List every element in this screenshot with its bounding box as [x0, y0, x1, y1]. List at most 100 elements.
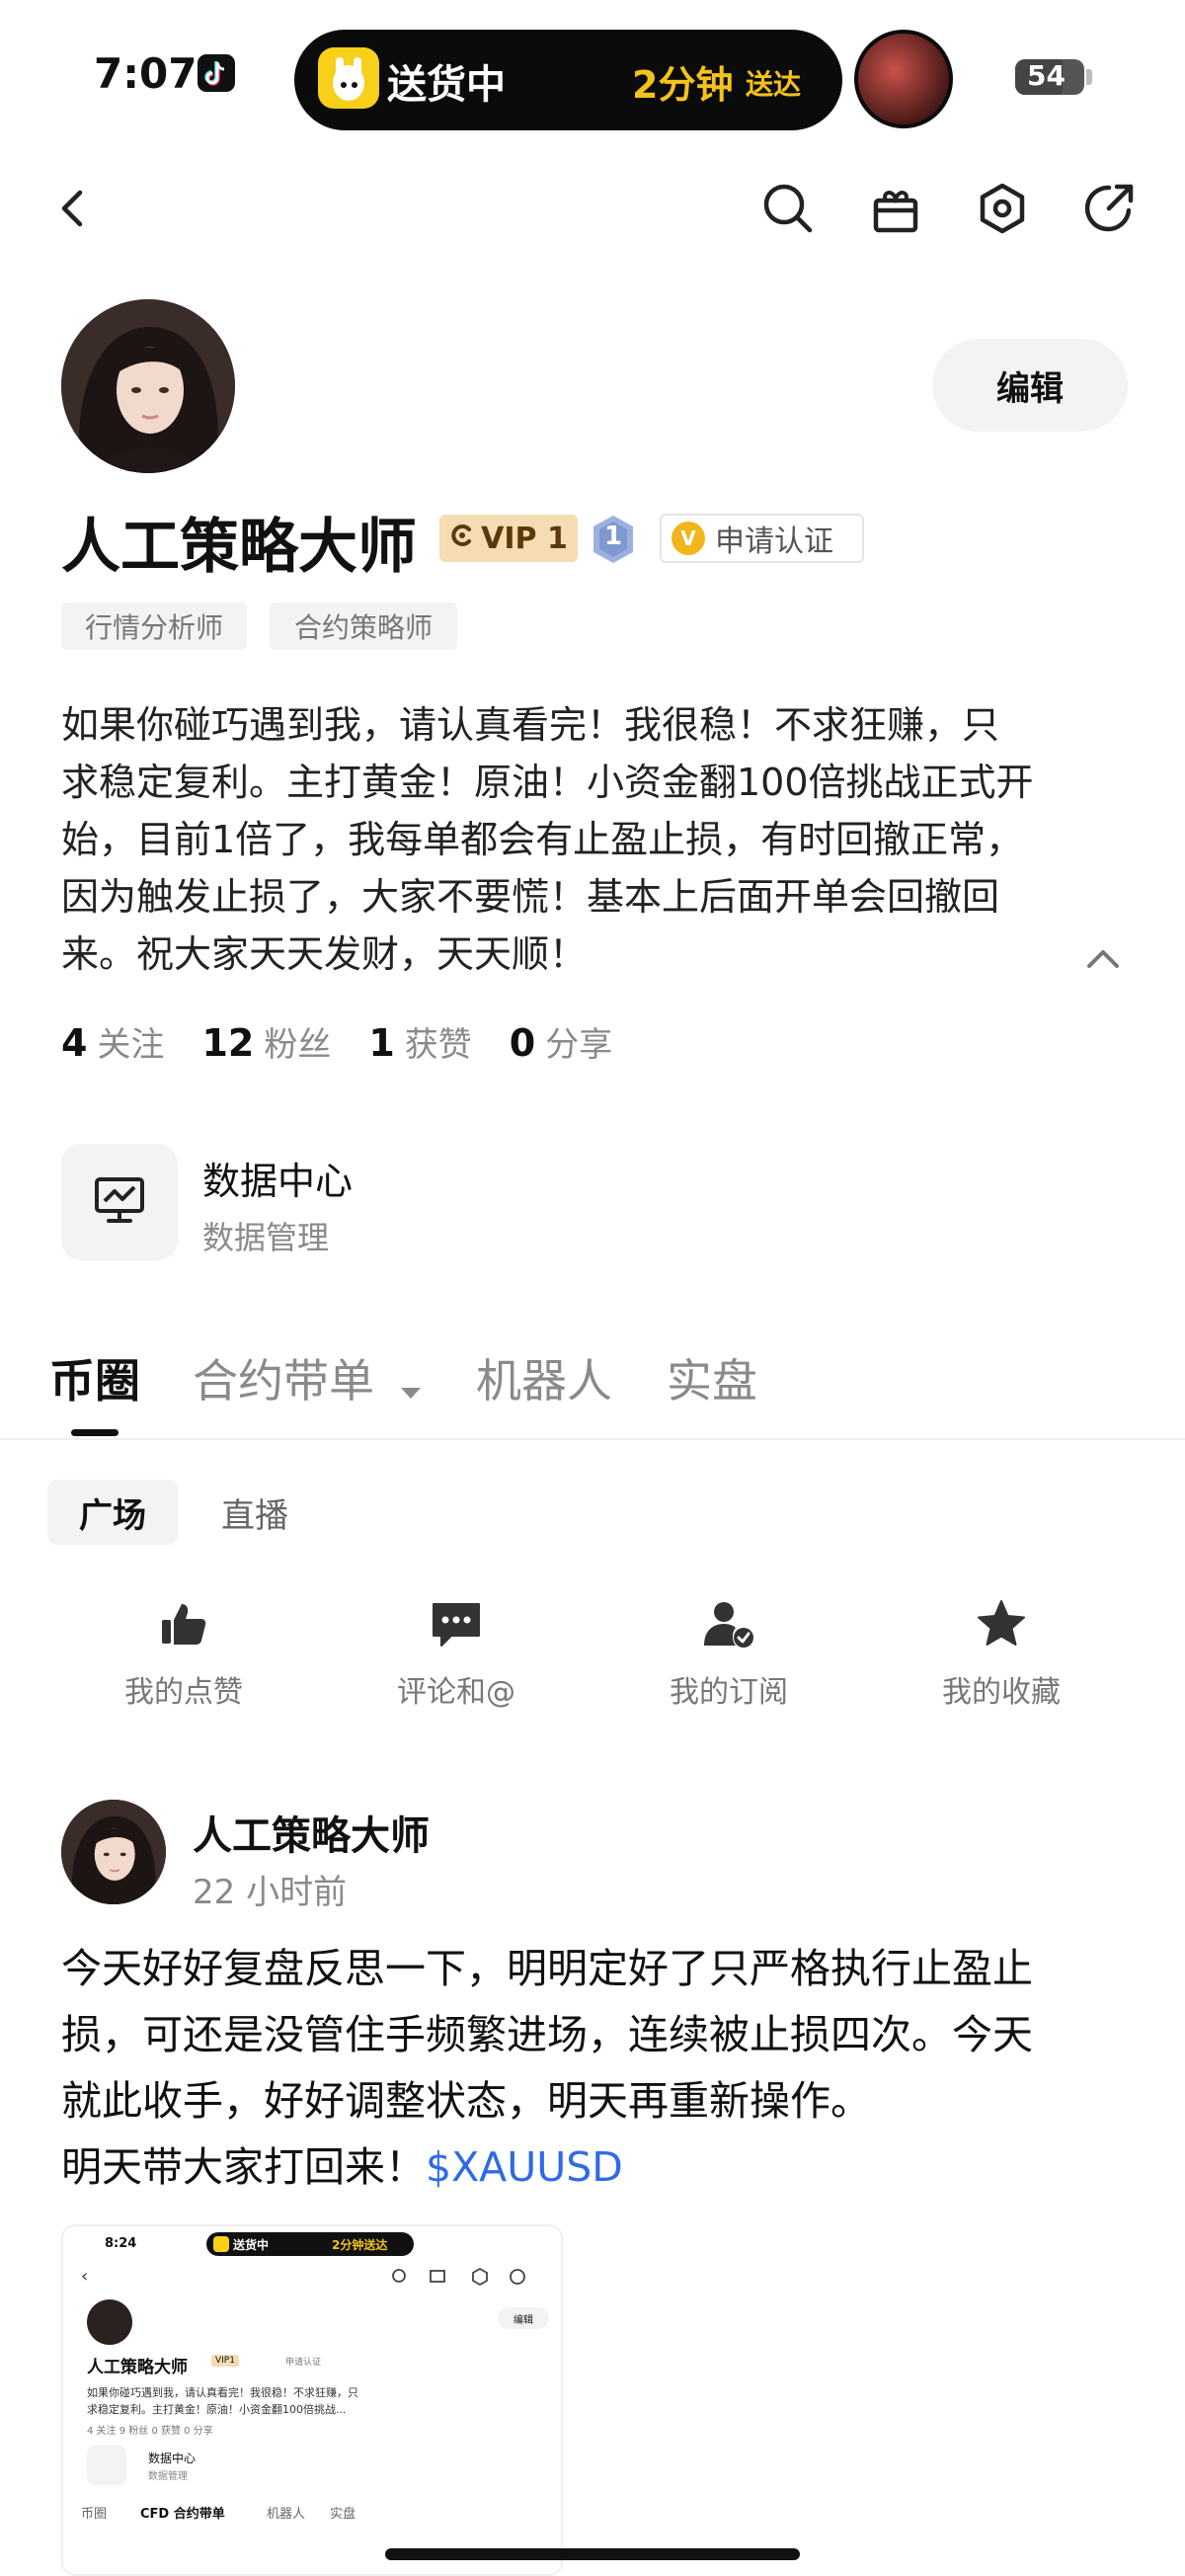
- shares-count: 0: [509, 1021, 536, 1065]
- thumb-chevron-left-icon: ‹: [81, 2266, 89, 2287]
- stat-following[interactable]: 4 关注: [61, 1017, 164, 1066]
- comments-mentions-button[interactable]: 评论和@: [348, 1598, 565, 1711]
- collapse-bio-button[interactable]: [1081, 938, 1125, 978]
- delivery-app-logo-icon: [318, 47, 379, 109]
- my-likes-button[interactable]: 我的点赞: [75, 1598, 292, 1711]
- settings-button[interactable]: [968, 176, 1037, 245]
- following-count: 4: [61, 1021, 88, 1065]
- tab-contract-copy-label: 合约带单: [193, 1354, 374, 1408]
- bio-line: 因为触发止损了，大家不要慌！基本上后面开单会回撤回: [61, 875, 1000, 919]
- settings-hex-icon: [976, 182, 1029, 239]
- tabs-divider: [0, 1438, 1185, 1440]
- thumb-bio-line: 如果你碰巧遇到我，请认真看完！我很稳！不求狂赚，只: [87, 2386, 358, 2399]
- delivery-eta-suffix: 送达: [746, 68, 802, 101]
- likes-count: 1: [368, 1021, 395, 1065]
- data-center-title[interactable]: 数据中心: [202, 1151, 353, 1205]
- tab-robot[interactable]: 机器人: [476, 1345, 612, 1410]
- vip-label: VIP 1: [481, 521, 568, 556]
- thumb-island-status: 送货中: [233, 2238, 270, 2252]
- likes-label: 获赞: [404, 1025, 472, 1065]
- thumb-name: 人工策略大师: [87, 2358, 188, 2377]
- my-subscriptions-label: 我的订阅: [670, 1675, 788, 1710]
- thumb-tab: 机器人: [267, 2507, 306, 2522]
- thumb-tab: 币圈: [81, 2507, 108, 2522]
- share-button[interactable]: [1074, 176, 1144, 245]
- data-center-button[interactable]: [61, 1144, 178, 1260]
- profile-bio: 如果你碰巧遇到我，请认真看完！我很稳！不求狂赚，只 求稳定复利。主打黄金！原油！…: [61, 696, 1138, 983]
- vip-badge[interactable]: VIP 1: [439, 515, 578, 562]
- shares-label: 分享: [545, 1025, 613, 1065]
- thumb-tab: 实盘: [330, 2507, 356, 2522]
- ticker-link[interactable]: $XAUUSD: [426, 2143, 623, 2191]
- comment-icon: [430, 1598, 483, 1653]
- thumb-edit: 编辑: [498, 2307, 549, 2329]
- profile-name: 人工策略大师: [61, 513, 417, 582]
- battery-cap: [1086, 69, 1092, 85]
- tab-active-indicator: [71, 1429, 118, 1436]
- game-app-icon[interactable]: [854, 30, 953, 128]
- level-badge[interactable]: 1: [590, 514, 637, 565]
- stat-likes[interactable]: 1 获赞: [368, 1017, 471, 1066]
- tiktok-icon: [198, 54, 235, 92]
- post-image-thumbnail[interactable]: 8:24 送货中 2分钟送达 ‹ 编辑 人工策略大师 VIP1 申请认证 如果你…: [61, 2224, 563, 2576]
- thumb-tab: CFD 合约带单: [140, 2507, 225, 2522]
- tab-live-account[interactable]: 实盘: [667, 1345, 757, 1410]
- search-icon: [760, 181, 816, 240]
- subscribe-user-icon: [702, 1598, 755, 1653]
- thumb-time: 8:24: [105, 2236, 137, 2251]
- caret-down-icon: [399, 1358, 423, 1411]
- post-line: 损，可还是没管住手频繁进场，连续被止损四次。今天: [61, 2011, 1033, 2058]
- status-time: 7:07: [94, 49, 198, 98]
- tab-coin-circle[interactable]: 币圈: [49, 1345, 140, 1410]
- post-body[interactable]: 今天好好复盘反思一下，明明定好了只严格执行止盈止 损，可还是没管住手频繁进场，连…: [61, 1936, 1143, 2201]
- thumb-avatar: [87, 2299, 132, 2345]
- thumbs-up-icon: [158, 1598, 209, 1653]
- post-last-text: 明天带大家打回来！: [61, 2143, 426, 2191]
- following-label: 关注: [97, 1025, 165, 1065]
- thumb-island-eta: 2分钟送达: [332, 2238, 388, 2252]
- stat-fans[interactable]: 12 粉丝: [201, 1017, 331, 1066]
- data-center-subtitle: 数据管理: [202, 1219, 330, 1256]
- bio-line: 来。祝大家天天发财，天天顺！: [61, 932, 588, 976]
- thumb-stats: 4 关注 9 粉丝 0 获赞 0 分享: [87, 2426, 213, 2437]
- delivery-status-text: 送货中: [387, 62, 506, 108]
- edit-profile-button[interactable]: 编辑: [932, 339, 1128, 432]
- tag-contract-strategist: 合约策略师: [270, 603, 457, 650]
- stat-shares[interactable]: 0 分享: [510, 1017, 612, 1066]
- profile-stats: 4 关注 12 粉丝 1 获赞 0 分享: [61, 1017, 612, 1066]
- fans-label: 粉丝: [264, 1025, 332, 1065]
- star-icon: [975, 1598, 1028, 1653]
- my-favorites-button[interactable]: 我的收藏: [893, 1598, 1110, 1711]
- profile-avatar[interactable]: [61, 299, 235, 473]
- thumb-dc-icon: [87, 2446, 126, 2485]
- battery-level: 54: [1027, 59, 1066, 92]
- post-line: 就此收手，好好调整状态，明天再重新操作。: [61, 2077, 871, 2125]
- my-subscriptions-button[interactable]: 我的订阅: [620, 1598, 837, 1711]
- tab-contract-copy[interactable]: 合约带单: [193, 1345, 423, 1411]
- thumb-nav-icons: [389, 2267, 547, 2290]
- gift-button[interactable]: [861, 176, 930, 245]
- subtab-plaza[interactable]: 广场: [47, 1480, 178, 1545]
- post-author-avatar[interactable]: [61, 1800, 166, 1904]
- delivery-eta: 2分钟: [632, 63, 734, 107]
- search-button[interactable]: [753, 176, 823, 245]
- chevron-left-icon: [52, 187, 92, 234]
- bio-line: 始，目前1倍了，我每单都会有止盈止损，有时回撤正常，: [61, 818, 1024, 861]
- bio-line: 求稳定复利。主打黄金！原油！小资金翻100倍挑战正式开: [61, 761, 1034, 804]
- tag-market-analyst: 行情分析师: [61, 603, 247, 650]
- post-author-name[interactable]: 人工策略大师: [193, 1804, 430, 1861]
- share-icon: [1081, 181, 1137, 240]
- gift-icon: [870, 183, 921, 238]
- thumb-bio-line: 求稳定复利。主打黄金！原油！小资金翻100倍挑战...: [87, 2403, 347, 2416]
- apply-verification-button[interactable]: V 申请认证: [660, 514, 864, 563]
- thumb-vip: VIP1: [211, 2355, 239, 2367]
- bio-line: 如果你碰巧遇到我，请认真看完！我很稳！不求狂赚，只: [61, 703, 1000, 747]
- thumb-dc-sub: 数据管理: [148, 2471, 188, 2482]
- home-indicator[interactable]: [385, 2548, 800, 2560]
- back-button[interactable]: [38, 176, 107, 245]
- my-likes-label: 我的点赞: [124, 1675, 243, 1710]
- thumb-verify: 申请认证: [285, 2358, 322, 2368]
- my-favorites-label: 我的收藏: [942, 1675, 1061, 1710]
- subtab-live[interactable]: 直播: [190, 1480, 320, 1545]
- chevron-up-icon: [1081, 950, 1125, 982]
